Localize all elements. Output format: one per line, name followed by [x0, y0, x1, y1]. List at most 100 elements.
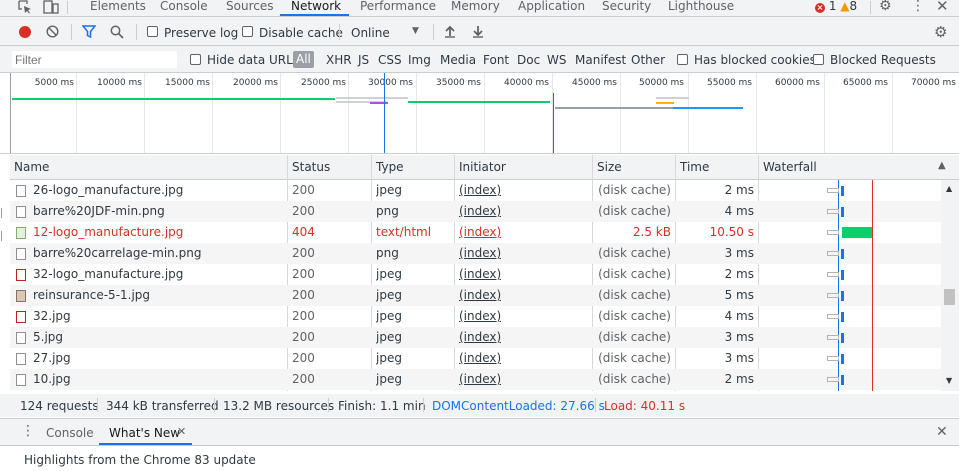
- scroll-down-arrow-icon[interactable]: ▼: [946, 376, 952, 385]
- table-row[interactable]: reinsurance-5-1.jpg 200 jpeg (index) (di…: [10, 285, 941, 306]
- image-file-icon: [16, 185, 26, 197]
- request-initiator-link[interactable]: (index): [459, 222, 501, 243]
- table-row[interactable]: barre%20carrelage-min.png 200 png (index…: [10, 243, 941, 264]
- tab-security[interactable]: Security: [602, 0, 651, 16]
- waterfall-bar: [841, 207, 844, 217]
- clear-icon[interactable]: [46, 25, 59, 41]
- record-button[interactable]: [19, 26, 31, 38]
- import-har-icon[interactable]: [444, 25, 456, 41]
- blocked-requests-checkbox[interactable]: [813, 54, 824, 65]
- filter-input[interactable]: [12, 51, 177, 68]
- request-size: (disk cache): [598, 372, 671, 386]
- search-icon[interactable]: [110, 25, 124, 42]
- filter-type-other[interactable]: Other: [631, 53, 665, 67]
- overview-request-bar: [408, 101, 550, 103]
- more-options-icon[interactable]: ⋮: [911, 0, 925, 13]
- filter-type-all[interactable]: All: [293, 51, 314, 68]
- request-status: 200: [292, 330, 315, 344]
- drawer-tab-whats-new[interactable]: What's New: [109, 426, 180, 440]
- gridline: [688, 73, 689, 153]
- request-status: 200: [292, 246, 315, 260]
- drawer-tab-console[interactable]: Console: [46, 426, 94, 440]
- device-toolbar-icon[interactable]: [43, 0, 59, 17]
- close-devtools-icon[interactable]: ✕: [936, 0, 949, 14]
- request-initiator-link[interactable]: (index): [459, 285, 501, 306]
- column-header-name[interactable]: Name: [14, 156, 49, 178]
- column-header-type[interactable]: Type: [376, 156, 404, 178]
- filter-type-js[interactable]: JS: [358, 53, 369, 67]
- request-initiator-link[interactable]: (index): [459, 243, 501, 264]
- chevron-down-icon[interactable]: ▼: [412, 26, 419, 36]
- filter-type-ws[interactable]: WS: [547, 53, 566, 67]
- tab-sources[interactable]: Sources: [226, 0, 273, 16]
- table-row[interactable]: barre%20JDF-min.png 200 png (index) (dis…: [10, 201, 941, 222]
- request-size: (disk cache): [598, 288, 671, 302]
- request-initiator-link[interactable]: (index): [459, 369, 501, 390]
- scrollbar-thumb[interactable]: [944, 289, 955, 305]
- transferred-size: 344 kB transferred: [106, 399, 219, 413]
- request-initiator-link[interactable]: (index): [459, 327, 501, 348]
- request-initiator-link[interactable]: (index): [459, 264, 501, 285]
- table-row[interactable]: 5.jpg 200 jpeg (index) (disk cache) 3 ms: [10, 327, 941, 348]
- table-row[interactable]: 32.jpg 200 jpeg (index) (disk cache) 4 m…: [10, 306, 941, 327]
- column-header-initiator[interactable]: Initiator: [459, 156, 506, 178]
- overview-tick: 35000 ms: [436, 78, 481, 88]
- devtools-tab-bar: Elements Console Sources Network Perform…: [0, 0, 959, 16]
- gridline: [212, 73, 213, 153]
- request-initiator-link[interactable]: (index): [459, 201, 501, 222]
- waterfall-bar: [827, 314, 839, 319]
- column-header-status[interactable]: Status: [292, 156, 330, 178]
- export-har-icon[interactable]: [472, 25, 484, 41]
- request-time: 2 ms: [724, 183, 754, 197]
- tab-memory[interactable]: Memory: [451, 0, 500, 16]
- table-row[interactable]: 10.jpg 200 jpeg (index) (disk cache) 2 m…: [10, 369, 941, 390]
- inspect-element-icon[interactable]: [18, 0, 32, 17]
- tab-application[interactable]: Application: [518, 0, 585, 16]
- filter-funnel-icon[interactable]: [81, 25, 97, 41]
- close-drawer-icon[interactable]: ✕: [936, 424, 948, 440]
- error-count-badge[interactable]: × 1 ▲8: [815, 0, 857, 14]
- request-name: 12-logo_manufacture.jpg: [33, 225, 184, 239]
- dom-content-loaded-marker: [384, 73, 385, 153]
- has-blocked-cookies-checkbox[interactable]: [677, 54, 688, 65]
- tab-elements[interactable]: Elements: [90, 0, 146, 16]
- tab-lighthouse[interactable]: Lighthouse: [668, 0, 734, 16]
- disable-cache-checkbox[interactable]: [242, 26, 253, 37]
- column-header-size[interactable]: Size: [597, 156, 622, 178]
- table-row[interactable]: 32-logo_manufacture.jpg 200 jpeg (index)…: [10, 264, 941, 285]
- filter-type-media[interactable]: Media: [440, 53, 476, 67]
- filter-type-font[interactable]: Font: [483, 53, 509, 67]
- image-file-icon: [16, 248, 26, 260]
- scroll-up-arrow-icon[interactable]: ▲: [946, 184, 952, 193]
- request-size: (disk cache): [598, 309, 671, 323]
- grid-scrollbar[interactable]: [941, 180, 959, 391]
- request-initiator-link[interactable]: (index): [459, 306, 501, 327]
- filter-type-img[interactable]: Img: [408, 53, 431, 67]
- table-row[interactable]: 12-logo_manufacture.jpg 404 text/html (i…: [10, 222, 941, 243]
- request-initiator-link[interactable]: (index): [459, 348, 501, 369]
- close-tab-icon[interactable]: ✕: [177, 425, 186, 438]
- table-row[interactable]: 27.jpg 200 jpeg (index) (disk cache) 3 m…: [10, 348, 941, 369]
- filter-type-manifest[interactable]: Manifest: [575, 53, 626, 67]
- column-header-time[interactable]: Time: [680, 156, 709, 178]
- throttling-select[interactable]: Online: [351, 26, 390, 40]
- request-name: 32.jpg: [33, 309, 71, 323]
- preserve-log-checkbox[interactable]: [147, 26, 158, 37]
- tab-console[interactable]: Console: [160, 0, 208, 16]
- request-status: 200: [292, 204, 315, 218]
- drawer-menu-icon[interactable]: ⋮: [21, 423, 35, 439]
- filter-type-xhr[interactable]: XHR: [326, 53, 352, 67]
- request-initiator-link[interactable]: (index): [459, 180, 501, 201]
- filter-type-doc[interactable]: Doc: [517, 53, 540, 67]
- request-name: barre%20carrelage-min.png: [33, 246, 202, 260]
- sort-ascending-icon[interactable]: ▲: [938, 160, 946, 171]
- hide-data-urls-checkbox[interactable]: [190, 54, 201, 65]
- settings-gear-icon[interactable]: ⚙: [879, 0, 892, 13]
- filter-type-css[interactable]: CSS: [378, 53, 402, 67]
- table-row[interactable]: 26-logo_manufacture.jpg 200 jpeg (index)…: [10, 180, 941, 201]
- network-settings-gear-icon[interactable]: ⚙: [934, 23, 947, 41]
- tab-performance[interactable]: Performance: [360, 0, 436, 16]
- column-header-waterfall[interactable]: Waterfall: [763, 156, 817, 178]
- load-marker: [553, 93, 554, 153]
- request-time: 3 ms: [724, 330, 754, 344]
